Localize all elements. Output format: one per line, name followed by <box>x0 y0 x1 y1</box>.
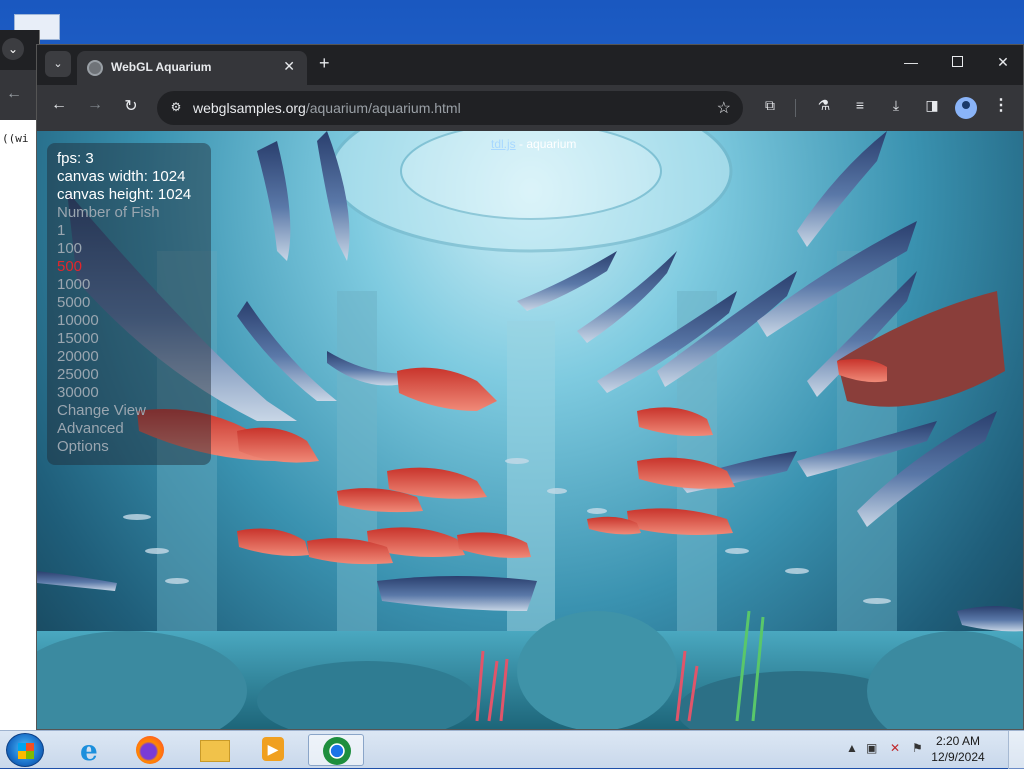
stats-panel: fps: 3 canvas width: 1024 canvas height:… <box>47 143 211 465</box>
show-desktop-button[interactable] <box>1008 731 1024 769</box>
tdl-link[interactable]: tdl.js <box>491 137 516 151</box>
options-link[interactable]: Options <box>57 438 201 456</box>
chrome-icon[interactable] <box>308 734 364 766</box>
file-explorer-icon[interactable] <box>188 734 236 766</box>
system-clock[interactable]: 2:20 AM 12/9/2024 <box>928 733 988 765</box>
forward-icon[interactable]: → <box>83 96 107 114</box>
toolbar-divider <box>795 99 796 117</box>
fish-option-15000[interactable]: 15000 <box>57 330 201 348</box>
minimize-icon[interactable]: — <box>901 54 921 70</box>
flag-icon[interactable]: ⚑ <box>912 741 923 755</box>
network-icon[interactable]: ▣ <box>866 741 877 755</box>
canvas-height-readout: canvas height: 1024 <box>57 186 201 204</box>
fish-option-500[interactable]: 500 <box>57 258 201 276</box>
browser-toolbar: ← → ↻ ⚙ webglsamples.org/aquarium/aquari… <box>37 85 1024 131</box>
page-heading-text: - aquarium <box>516 137 577 151</box>
chevron-down-icon[interactable]: ⌄ <box>2 38 24 60</box>
browser-window: ⌄ WebGL Aquarium ✕ + — ✕ ← → ↻ ⚙ webglsa… <box>36 44 1024 730</box>
windows-start-icon[interactable] <box>6 733 44 767</box>
fish-option-1[interactable]: 1 <box>57 222 201 240</box>
show-hidden-icons-icon[interactable]: ▲ <box>846 741 858 755</box>
fish-count-label: Number of Fish <box>57 204 201 222</box>
fish-option-100[interactable]: 100 <box>57 240 201 258</box>
plus-icon[interactable]: + <box>319 53 330 74</box>
clock-date: 12/9/2024 <box>928 749 988 765</box>
download-icon[interactable]: ⤓ <box>885 97 907 119</box>
firefox-icon[interactable] <box>126 734 174 766</box>
labs-icon[interactable]: ⚗ <box>813 97 835 119</box>
fish-option-10000[interactable]: 10000 <box>57 312 201 330</box>
side-panel-icon[interactable]: ◨ <box>921 97 943 119</box>
back-icon[interactable]: ← <box>47 96 71 114</box>
advanced-link[interactable]: Advanced <box>57 420 201 438</box>
close-window-icon[interactable]: ✕ <box>993 54 1013 71</box>
star-icon[interactable]: ☆ <box>717 98 731 118</box>
reload-icon[interactable]: ↻ <box>119 96 143 116</box>
search-tabs-icon[interactable]: ⌄ <box>45 51 71 77</box>
page-heading: tdl.js - aquarium <box>491 137 576 151</box>
extensions-icon[interactable]: ⧉ <box>759 97 781 119</box>
fps-readout: fps: 3 <box>57 150 201 168</box>
fish-option-1000[interactable]: 1000 <box>57 276 201 294</box>
address-bar[interactable]: ⚙ webglsamples.org/aquarium/aquarium.htm… <box>157 91 743 125</box>
background-window-text: ((wi <box>2 132 29 145</box>
maximize-icon[interactable] <box>947 54 967 70</box>
volume-muted-icon[interactable]: ✕ <box>890 741 900 755</box>
back-icon[interactable]: ← <box>6 85 22 103</box>
menu-icon[interactable]: ⋮ <box>993 95 1009 115</box>
title-bar: ⌄ WebGL Aquarium ✕ + — ✕ <box>37 45 1024 85</box>
change-view-link[interactable]: Change View <box>57 402 201 420</box>
clock-time: 2:20 AM <box>928 733 988 749</box>
url-text[interactable]: webglsamples.org/aquarium/aquarium.html <box>193 100 461 116</box>
fish-option-5000[interactable]: 5000 <box>57 294 201 312</box>
fish-option-25000[interactable]: 25000 <box>57 366 201 384</box>
favicon-icon <box>87 60 103 76</box>
url-host: webglsamples.org <box>193 100 306 116</box>
url-path: /aquarium/aquarium.html <box>306 100 461 116</box>
tab-title: WebGL Aquarium <box>111 60 211 74</box>
close-icon[interactable]: ✕ <box>283 58 295 75</box>
aquarium-canvas[interactable]: tdl.js - aquarium fps: 3 canvas width: 1… <box>37 131 1024 730</box>
canvas-width-readout: canvas width: 1024 <box>57 168 201 186</box>
fish-option-30000[interactable]: 30000 <box>57 384 201 402</box>
tab-webgl-aquarium[interactable]: WebGL Aquarium ✕ <box>77 51 307 85</box>
taskbar: ▲ ▣ ✕ ⚑ 2:20 AM 12/9/2024 <box>0 730 1024 768</box>
fish-option-20000[interactable]: 20000 <box>57 348 201 366</box>
media-player-icon[interactable] <box>248 734 296 766</box>
profile-icon[interactable] <box>955 97 977 119</box>
internet-explorer-icon[interactable] <box>66 734 114 766</box>
site-info-icon[interactable]: ⚙ <box>167 100 185 116</box>
background-browser-window[interactable]: ⌄ ← ((wi <box>0 30 40 730</box>
media-queue-icon[interactable]: ≡ <box>849 97 871 119</box>
